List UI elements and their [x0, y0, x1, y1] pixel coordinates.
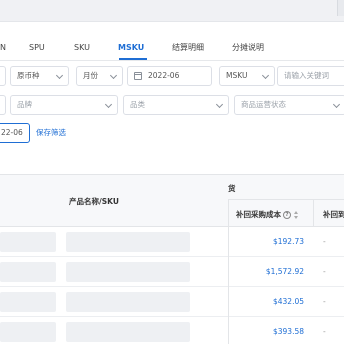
period-type-select[interactable]: 月份	[76, 66, 123, 86]
next-col-value: -	[323, 237, 326, 246]
data-table: 货 产品名称/SKU 补回采购成本? 补回到 $192.73 - $1,572.…	[0, 174, 344, 344]
tab-allocation-note[interactable]: 分摊说明	[232, 41, 264, 61]
tab-spu[interactable]: SPU	[29, 41, 45, 61]
table-row[interactable]: $393.58 -	[0, 317, 344, 344]
col-refund-purchase-cost-label: 补回采购成本	[236, 210, 281, 219]
category-select[interactable]: 品类	[123, 95, 229, 115]
help-icon[interactable]: ?	[283, 211, 291, 219]
app-top-bar	[0, 0, 344, 22]
next-col-value: -	[323, 327, 326, 336]
tab-bar: N SPU SKU MSKU 结算明细 分摊说明	[0, 41, 344, 61]
month-picker[interactable]: 2022-06	[127, 66, 212, 86]
calendar-icon	[134, 72, 142, 80]
product-name-placeholder	[66, 262, 190, 282]
tab-n[interactable]: N	[0, 41, 6, 61]
table-row[interactable]: $432.05 -	[0, 287, 344, 317]
chevron-down-icon	[104, 100, 113, 109]
chevron-down-icon	[55, 71, 64, 80]
refund-cost-value[interactable]: $192.73	[273, 237, 304, 246]
table-row[interactable]: $1,572.92 -	[0, 257, 344, 287]
active-tab-indicator	[119, 58, 147, 60]
currency-select[interactable]: 原币种	[10, 66, 69, 86]
filter-cut-select[interactable]	[0, 66, 6, 86]
column-divider	[228, 227, 229, 344]
operation-status-select[interactable]: 商品运营状态	[234, 95, 344, 115]
next-col-value: -	[323, 297, 326, 306]
sort-icon[interactable]	[293, 211, 299, 219]
col-next: 补回到	[323, 210, 344, 219]
image-placeholder	[0, 262, 56, 282]
month-range-end-input[interactable]: 22-06	[0, 123, 30, 143]
product-name-placeholder	[66, 322, 190, 342]
save-filter-link[interactable]: 保存筛选	[36, 127, 66, 138]
brand-select[interactable]: 品牌	[10, 95, 118, 115]
tab-sku[interactable]: SKU	[74, 41, 90, 61]
col-refund-purchase-cost: 补回采购成本?	[236, 209, 299, 220]
product-name-placeholder	[66, 292, 190, 312]
main-panel: N SPU SKU MSKU 结算明细 分摊说明 原币种 月份 2022-06 …	[0, 22, 344, 344]
window-edge-button[interactable]	[337, 0, 344, 16]
image-placeholder	[0, 292, 56, 312]
refund-cost-value[interactable]: $1,572.92	[266, 267, 304, 276]
col-product-name-sku: 产品名称/SKU	[69, 197, 119, 206]
tab-settlement-detail[interactable]: 结算明细	[172, 41, 204, 61]
keyword-search-input[interactable]: 请输入关键词	[277, 66, 344, 86]
product-name-placeholder	[66, 232, 190, 252]
image-placeholder	[0, 322, 56, 342]
dimension-select[interactable]: MSKU	[219, 66, 275, 86]
chevron-down-icon	[215, 100, 224, 109]
filter-cut-select-2[interactable]	[0, 95, 6, 115]
chevron-down-icon	[109, 71, 118, 80]
next-col-value: -	[323, 267, 326, 276]
table-header: 货 产品名称/SKU 补回采购成本? 补回到	[0, 175, 344, 227]
image-placeholder	[0, 232, 56, 252]
chevron-down-icon	[332, 100, 341, 109]
group-header-goods: 货	[228, 184, 236, 193]
table-row[interactable]: $192.73 -	[0, 227, 344, 257]
chevron-down-icon	[261, 71, 270, 80]
refund-cost-value[interactable]: $432.05	[273, 297, 304, 306]
refund-cost-value[interactable]: $393.58	[273, 327, 304, 336]
